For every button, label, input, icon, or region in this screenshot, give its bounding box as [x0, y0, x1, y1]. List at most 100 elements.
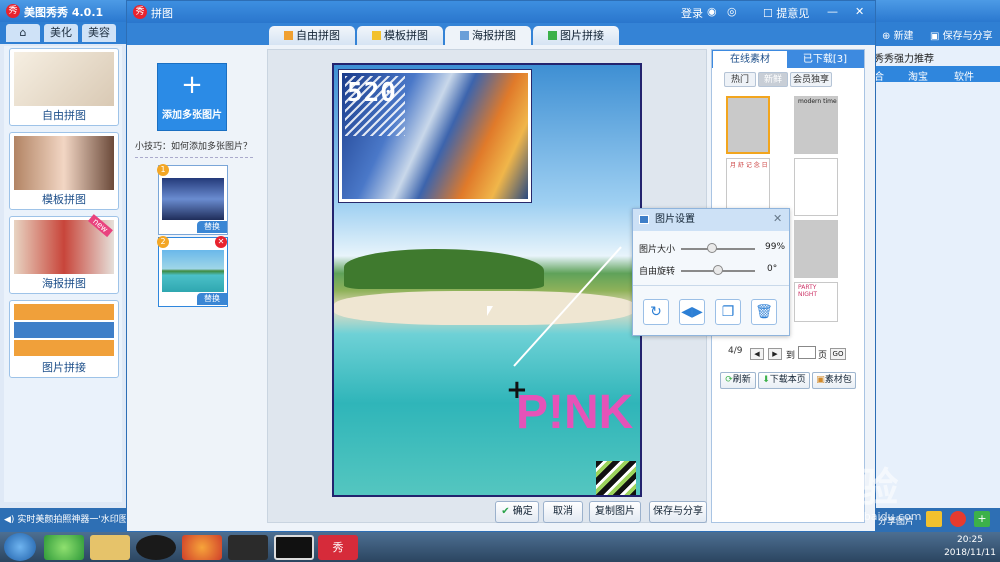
tab-beauty[interactable]: 美容 [82, 24, 116, 42]
flip-icon[interactable]: ◀▶ [679, 299, 705, 325]
clock[interactable]: 20:25 2018/11/11 [942, 534, 998, 560]
feedback-link[interactable]: ☐ 提意见 [763, 5, 809, 21]
pink-text: P!NK [516, 386, 634, 439]
text-520: 520 [347, 78, 397, 108]
star-icon[interactable] [926, 511, 942, 527]
download-page-button[interactable]: ⬇下载本页 [758, 372, 810, 389]
minimize-button[interactable]: — [827, 5, 838, 18]
go-button[interactable]: GO [830, 348, 846, 360]
plus-icon: + [181, 70, 203, 100]
filter-vip[interactable]: 会员独享 [790, 72, 832, 87]
replace-button[interactable]: 替换 [197, 293, 227, 305]
close-button[interactable]: ✕ [855, 5, 864, 18]
prev-page-button[interactable]: ◀ [750, 348, 764, 360]
replace-button[interactable]: 替换 [197, 221, 227, 233]
weibo-icon[interactable]: ◎ [727, 5, 737, 18]
360-icon[interactable] [44, 535, 84, 560]
thumbnail-image [162, 178, 224, 220]
mouse-cursor-icon [487, 306, 493, 316]
tab-free-collage[interactable]: 自由拼图 [269, 26, 355, 45]
copy-image-button[interactable]: 复制图片 [589, 501, 641, 523]
card-template-collage[interactable]: 模板拼图 [9, 132, 119, 210]
qq-icon[interactable]: ◉ [707, 5, 717, 18]
confirm-button[interactable]: ✔ 确定 [495, 501, 539, 523]
material-thumb[interactable] [794, 220, 838, 278]
right-toolbar: ⊕ 新建 ▣ 保存与分享 [872, 22, 1000, 46]
tab-beautify[interactable]: 美化 [44, 24, 78, 42]
save-share-button[interactable]: ▣ 保存与分享 [930, 27, 993, 42]
card-label: 模板拼图 [42, 193, 86, 206]
material-thumb[interactable]: PARTY NIGHT [794, 282, 838, 322]
card-free-collage[interactable]: 自由拼图 [9, 48, 119, 126]
material-tabs: 在线素材 已下载[3] [712, 50, 864, 68]
material-pack-button[interactable]: ▣素材包 [812, 372, 856, 389]
card-thumbnail [14, 52, 114, 106]
home-tab[interactable]: ⌂ [6, 24, 40, 42]
next-page-button[interactable]: ▶ [768, 348, 782, 360]
card-label: 海报拼图 [42, 277, 86, 290]
delete-icon[interactable]: 🗑 [751, 299, 777, 325]
tab-image-stitch[interactable]: 图片拼接 [533, 26, 619, 45]
rotate-slider-knob[interactable] [713, 265, 723, 275]
poster-canvas[interactable]: 520 + P!NK [332, 63, 642, 497]
save-share-button[interactable]: 保存与分享 [649, 501, 707, 523]
image-icon [639, 215, 649, 224]
page-indicator: 4/9 [728, 346, 743, 356]
check-icon: ✔ [501, 506, 510, 517]
copy-icon[interactable]: ❐ [715, 299, 741, 325]
start-button[interactable] [4, 533, 36, 561]
left-panel: 自由拼图 模板拼图 new 海报拼图 图片拼接 [4, 46, 122, 502]
size-slider-track[interactable] [681, 248, 755, 250]
material-thumb[interactable]: modern time [794, 96, 838, 154]
pack-icon: ▣ [816, 375, 825, 385]
image-settings-popup: 图片设置 ✕ 图片大小 99% 自由旋转 0° ↻ ◀▶ ❐ 🗑 [632, 208, 790, 336]
download-icon: ⬇ [762, 375, 770, 385]
filter-new[interactable]: 新鲜 [758, 72, 788, 87]
goto-label: 到 [786, 351, 796, 361]
island [344, 249, 544, 289]
page-input[interactable] [798, 346, 816, 359]
speaker-icon: ◀) [4, 515, 15, 525]
bottom-promo[interactable]: ◀) 实时美颜拍照神器一'水印图 [0, 508, 126, 532]
refresh-icon: ⟳ [725, 375, 733, 385]
firefox-icon[interactable] [182, 535, 222, 560]
recommend-nav: 合 淘宝 软件 [872, 66, 1000, 83]
waterfall-photo-frame[interactable]: 520 [338, 69, 532, 203]
folder-icon[interactable] [90, 535, 130, 560]
dialog-title: 拼图 [151, 7, 173, 20]
card-poster-collage[interactable]: new 海报拼图 [9, 214, 119, 294]
qq-icon[interactable] [136, 535, 176, 560]
sand [334, 291, 634, 325]
stitch-icon [548, 31, 557, 40]
meitu-taskbar-icon[interactable]: 秀 [318, 535, 358, 560]
tab-template-collage[interactable]: 模板拼图 [357, 26, 443, 45]
cancel-button[interactable]: 取消 [543, 501, 583, 523]
photo-thumbnail[interactable]: 1 替换 [157, 164, 228, 235]
meitu-logo-icon: 秀 [6, 4, 20, 18]
login-link[interactable]: 登录 [681, 5, 703, 21]
clock-date: 2018/11/11 [944, 548, 996, 558]
player-icon[interactable] [228, 535, 268, 560]
close-icon[interactable]: ✕ [773, 212, 782, 225]
tab-poster-collage[interactable]: 海报拼图 [445, 26, 531, 45]
record-icon[interactable] [274, 535, 314, 560]
tip-link[interactable]: 小技巧：如何添加多张图片？ [135, 139, 253, 158]
nav-taobao[interactable]: 淘宝 [908, 68, 928, 83]
material-thumb[interactable] [726, 96, 770, 154]
tab-downloaded[interactable]: 已下载[3] [788, 51, 862, 68]
rotate-icon[interactable]: ↻ [643, 299, 669, 325]
photo-thumbnail[interactable]: 2 ✕ 替换 [157, 236, 228, 307]
card-image-stitch[interactable]: 图片拼接 [9, 300, 119, 378]
weibo-icon[interactable] [950, 511, 966, 527]
tab-online-materials[interactable]: 在线素材 [713, 51, 787, 68]
material-thumb[interactable] [794, 158, 838, 216]
filter-hot[interactable]: 热门 [724, 72, 756, 87]
nav-software[interactable]: 软件 [954, 68, 974, 83]
size-slider-knob[interactable] [706, 243, 717, 253]
add-images-button[interactable]: + 添加多张图片 [157, 63, 227, 131]
add-icon[interactable]: + [974, 511, 990, 527]
popup-title: 图片设置 [633, 209, 789, 231]
remove-icon[interactable]: ✕ [215, 236, 227, 248]
new-button[interactable]: ⊕ 新建 [882, 27, 914, 42]
refresh-button[interactable]: ⟳刷新 [720, 372, 756, 389]
